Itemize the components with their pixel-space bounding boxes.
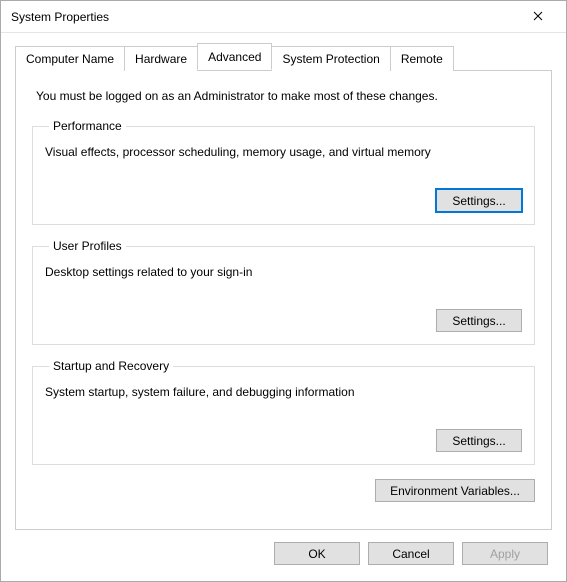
tabstrip: Computer Name Hardware Advanced System P… xyxy=(15,43,552,71)
group-user-profiles-actions: Settings... xyxy=(45,309,522,332)
group-user-profiles-legend: User Profiles xyxy=(49,239,126,253)
admin-notice: You must be logged on as an Administrato… xyxy=(36,89,535,103)
group-startup-recovery-actions: Settings... xyxy=(45,429,522,452)
tab-advanced[interactable]: Advanced xyxy=(197,43,272,70)
close-icon xyxy=(533,10,543,24)
tabpage-advanced: You must be logged on as an Administrato… xyxy=(15,71,552,530)
group-startup-recovery-legend: Startup and Recovery xyxy=(49,359,173,373)
group-startup-recovery-desc: System startup, system failure, and debu… xyxy=(45,385,522,399)
user-profiles-settings-button[interactable]: Settings... xyxy=(436,309,522,332)
ok-button[interactable]: OK xyxy=(274,542,360,565)
performance-settings-button[interactable]: Settings... xyxy=(436,189,522,212)
cancel-button[interactable]: Cancel xyxy=(368,542,454,565)
tab-remote[interactable]: Remote xyxy=(390,46,454,71)
environment-variables-button[interactable]: Environment Variables... xyxy=(375,479,535,502)
window-title: System Properties xyxy=(11,10,518,24)
group-performance-legend: Performance xyxy=(49,119,126,133)
group-performance-desc: Visual effects, processor scheduling, me… xyxy=(45,145,522,159)
system-properties-window: System Properties Computer Name Hardware… xyxy=(0,0,567,582)
close-button[interactable] xyxy=(518,3,558,31)
group-startup-recovery: Startup and Recovery System startup, sys… xyxy=(32,359,535,465)
tab-hardware[interactable]: Hardware xyxy=(124,46,198,71)
env-vars-row: Environment Variables... xyxy=(32,479,535,502)
tab-system-protection[interactable]: System Protection xyxy=(271,46,390,71)
apply-button: Apply xyxy=(462,542,548,565)
dialog-buttons: OK Cancel Apply xyxy=(1,530,566,581)
group-user-profiles: User Profiles Desktop settings related t… xyxy=(32,239,535,345)
group-performance-actions: Settings... xyxy=(45,189,522,212)
group-performance: Performance Visual effects, processor sc… xyxy=(32,119,535,225)
titlebar: System Properties xyxy=(1,1,566,33)
startup-recovery-settings-button[interactable]: Settings... xyxy=(436,429,522,452)
group-user-profiles-desc: Desktop settings related to your sign-in xyxy=(45,265,522,279)
client-area: Computer Name Hardware Advanced System P… xyxy=(1,33,566,530)
tab-computer-name[interactable]: Computer Name xyxy=(15,46,125,71)
